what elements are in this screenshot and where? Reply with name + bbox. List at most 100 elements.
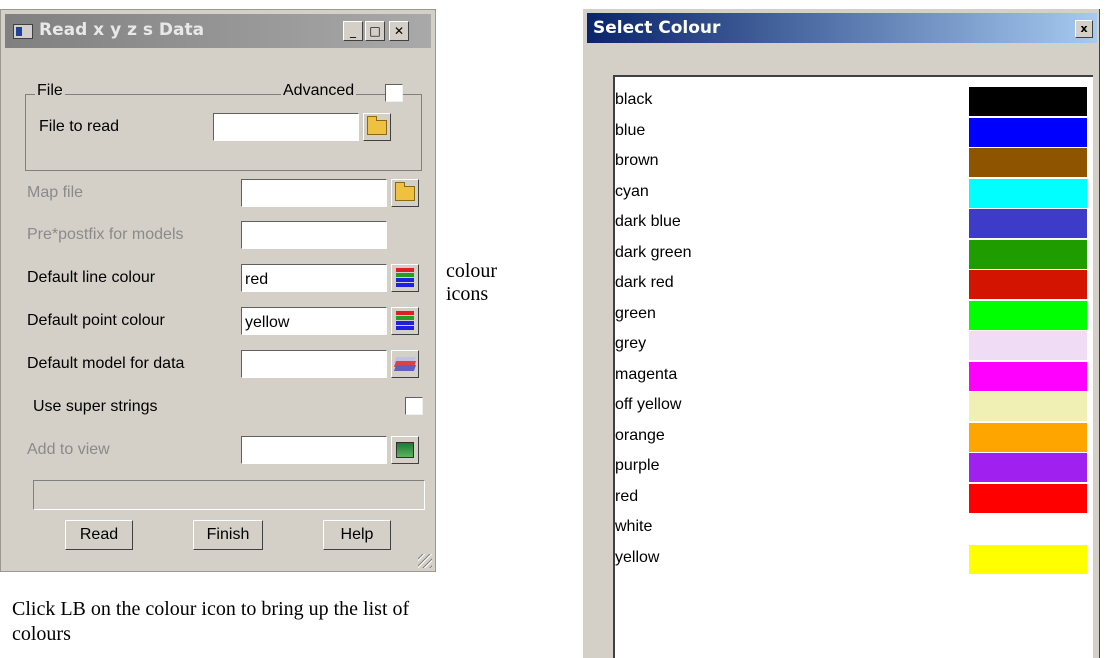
title-bar[interactable]: Select Colour x — [587, 13, 1097, 43]
folder-icon — [395, 181, 415, 201]
colour-swatch — [969, 514, 1087, 543]
close-button[interactable]: x — [1075, 20, 1093, 38]
colour-name: purple — [615, 457, 660, 474]
colour-name: cyan — [615, 182, 649, 200]
caption-line2: colours — [12, 623, 71, 645]
close-button[interactable]: ✕ — [389, 21, 409, 41]
prepostfix-input[interactable] — [241, 221, 387, 249]
colour-swatch — [969, 117, 1087, 147]
read-button[interactable]: Read — [65, 520, 133, 550]
file-to-read-input[interactable] — [213, 113, 359, 141]
colour-list[interactable]: black blue brown cyan dark blue dark green dar… — [613, 75, 1093, 658]
model-select-button[interactable] — [391, 350, 419, 378]
colour-item[interactable]: orange — [615, 422, 1093, 453]
colour-item[interactable]: black — [615, 87, 1093, 117]
select-colour-dialog: Select Colour x black blue brown cyan dark b… — [582, 9, 1100, 658]
view-select-button[interactable] — [391, 436, 419, 464]
colour-name: dark blue — [615, 213, 681, 230]
view-icon — [396, 442, 414, 458]
maximize-button[interactable]: □ — [365, 21, 385, 41]
line-colour-label: Default line colour — [27, 269, 156, 286]
colour-swatch — [969, 87, 1087, 116]
map-file-input[interactable] — [241, 179, 387, 207]
colour-item[interactable]: green — [615, 300, 1093, 331]
colour-item[interactable]: yellow — [615, 544, 1093, 575]
colour-item[interactable]: off yellow — [615, 392, 1093, 422]
colour-swatch — [969, 422, 1087, 452]
colour-name: blue — [615, 121, 646, 139]
browse-file-button[interactable] — [363, 113, 391, 141]
colour-name: dark red — [615, 274, 674, 291]
line-colour-input[interactable]: red — [241, 264, 387, 292]
colour-name: brown — [615, 152, 659, 169]
dialog-title: Select Colour — [593, 18, 721, 38]
colour-item[interactable]: cyan — [615, 178, 1093, 209]
folder-icon — [367, 115, 387, 135]
colour-item[interactable]: magenta — [615, 361, 1093, 392]
colour-icons-note-line1: colour — [446, 260, 498, 282]
colour-swatch — [969, 361, 1087, 391]
super-strings-label: Use super strings — [33, 398, 158, 415]
colour-swatch — [969, 331, 1087, 360]
file-group-title: File — [35, 82, 65, 100]
colour-swatch — [969, 392, 1087, 421]
model-label: Default model for data — [27, 355, 185, 372]
colour-item[interactable]: dark blue — [615, 209, 1093, 239]
finish-button[interactable]: Finish — [193, 520, 263, 550]
colour-name: yellow — [615, 548, 660, 566]
resize-grip[interactable] — [418, 554, 432, 568]
colour-name: grey — [615, 335, 647, 352]
add-to-view-label: Add to view — [27, 441, 110, 458]
colour-name: orange — [615, 426, 665, 444]
colour-swatch — [969, 148, 1087, 177]
colour-item[interactable]: blue — [615, 117, 1093, 148]
colour-swatch — [969, 453, 1087, 482]
status-bar — [33, 480, 425, 510]
colour-name: black — [615, 91, 653, 108]
point-colour-button[interactable] — [391, 307, 419, 335]
caption-line1: Click LB on the colour icon to bring up … — [12, 598, 410, 620]
colour-swatch — [969, 209, 1087, 238]
add-to-view-input[interactable] — [241, 436, 387, 464]
colour-swatch — [969, 483, 1087, 513]
colour-item[interactable]: grey — [615, 331, 1093, 361]
colour-name: off yellow — [615, 396, 682, 413]
colour-swatch — [969, 270, 1087, 299]
layers-icon — [393, 357, 417, 371]
colour-swatch — [969, 544, 1087, 574]
colour-name: magenta — [615, 365, 678, 383]
file-to-read-label: File to read — [39, 118, 120, 135]
minimize-button[interactable]: _ — [343, 21, 363, 41]
help-button[interactable]: Help — [323, 520, 391, 550]
title-bar[interactable]: Read x y z s Data _ □ ✕ — [5, 14, 431, 48]
colour-item[interactable]: dark green — [615, 239, 1093, 270]
prepostfix-label: Pre*postfix for models — [27, 226, 184, 243]
colour-swatch — [969, 300, 1087, 330]
advanced-checkbox[interactable] — [385, 84, 403, 102]
colour-name: green — [615, 304, 656, 322]
colour-list-icon — [396, 311, 414, 331]
point-colour-label: Default point colour — [27, 312, 165, 329]
line-colour-button[interactable] — [391, 264, 419, 292]
point-colour-input[interactable]: yellow — [241, 307, 387, 335]
colour-name: dark green — [615, 243, 692, 261]
dialog-title: Read x y z s Data — [39, 20, 205, 40]
colour-item[interactable]: white — [615, 514, 1093, 544]
colour-item[interactable]: brown — [615, 148, 1093, 178]
colour-name: red — [615, 487, 639, 505]
map-file-label: Map file — [27, 184, 84, 201]
colour-item[interactable]: red — [615, 483, 1093, 514]
colour-name: white — [615, 518, 653, 535]
advanced-label: Advanced — [281, 82, 357, 100]
app-icon — [13, 24, 33, 39]
read-xyzs-dialog: Read x y z s Data _ □ ✕ File Advanced Fi… — [0, 9, 436, 572]
super-strings-checkbox[interactable] — [405, 397, 423, 415]
colour-swatch — [969, 239, 1087, 269]
colour-swatch — [969, 178, 1087, 208]
model-input[interactable] — [241, 350, 387, 378]
colour-item[interactable]: purple — [615, 453, 1093, 483]
colour-icons-note-line2: icons — [446, 283, 489, 305]
colour-list-icon — [396, 268, 414, 288]
browse-map-file-button[interactable] — [391, 179, 419, 207]
colour-item[interactable]: dark red — [615, 270, 1093, 300]
